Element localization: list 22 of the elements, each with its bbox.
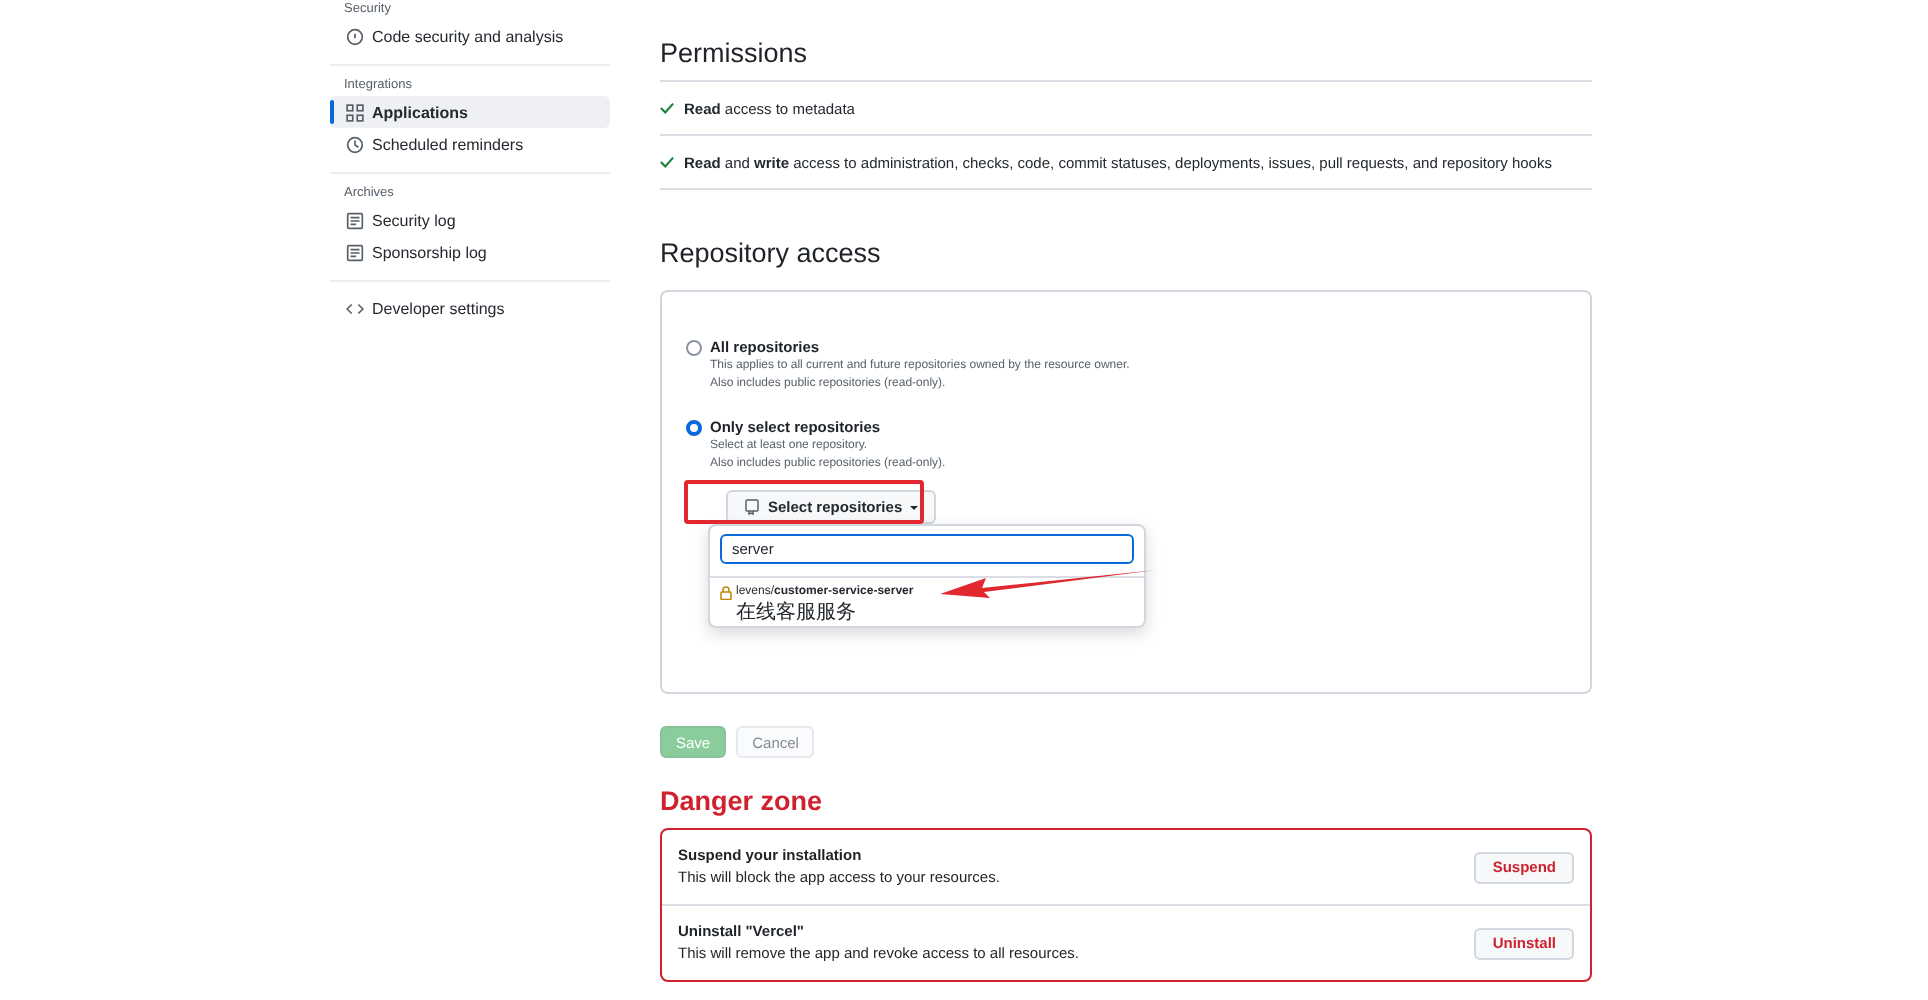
lock-icon bbox=[720, 586, 732, 600]
clock-icon bbox=[346, 135, 364, 153]
section-title: Repository access bbox=[660, 236, 883, 272]
check-icon bbox=[660, 102, 674, 114]
selected-indicator bbox=[330, 100, 334, 124]
check-icon bbox=[660, 156, 674, 168]
radio-button[interactable] bbox=[686, 420, 702, 436]
grid-icon bbox=[346, 103, 364, 121]
shield-icon bbox=[346, 27, 364, 45]
radio-button[interactable] bbox=[686, 340, 702, 356]
sidebar-item[interactable]: Applications bbox=[330, 96, 610, 128]
log-icon bbox=[346, 211, 364, 229]
sidebar-item[interactable]: Scheduled reminders bbox=[330, 128, 610, 160]
log-icon bbox=[346, 243, 364, 261]
repository-icon bbox=[744, 498, 760, 516]
sidebar-item[interactable]: Security log bbox=[330, 204, 610, 236]
code-icon bbox=[346, 299, 364, 317]
sidebar-item[interactable]: Sponsorship log bbox=[330, 236, 610, 268]
sidebar-item[interactable]: Code security and analysis bbox=[330, 20, 610, 52]
danger-zone-title: Danger zone bbox=[660, 784, 825, 820]
section-title: Permissions bbox=[660, 0, 1592, 82]
sidebar-item[interactable]: Developer settings bbox=[330, 292, 610, 324]
